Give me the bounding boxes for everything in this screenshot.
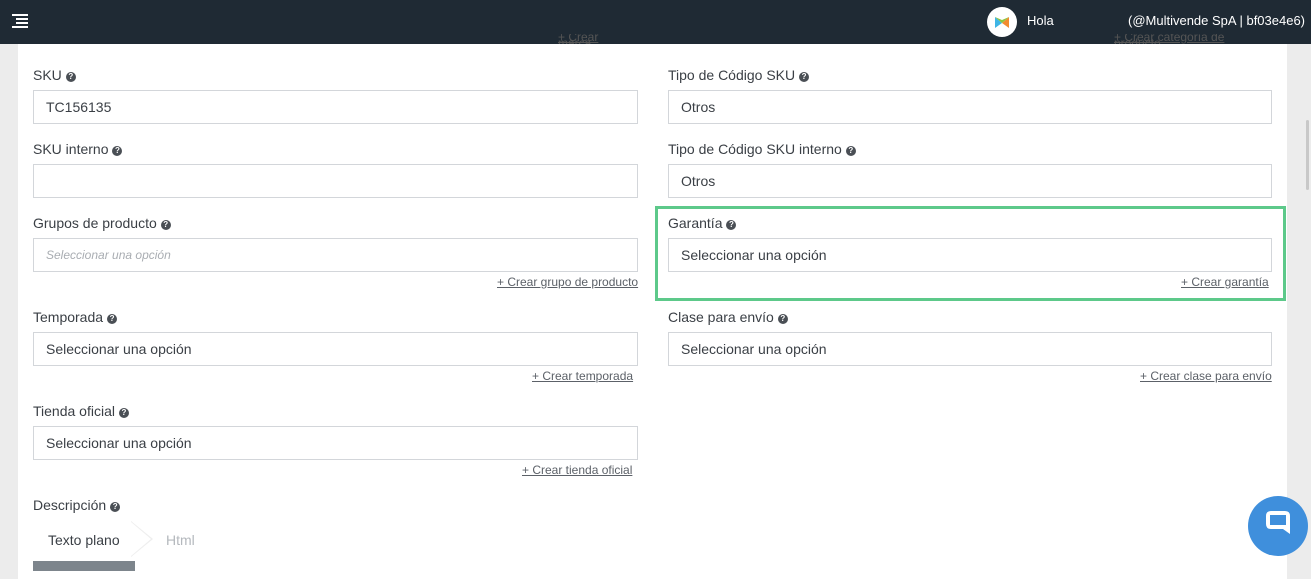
internal-sku-label: SKU interno?	[33, 141, 123, 157]
avatar[interactable]	[987, 7, 1017, 37]
sku-code-type-label: Tipo de Código SKU?	[668, 67, 810, 83]
help-icon[interactable]: ?	[799, 72, 810, 82]
create-brand-link[interactable]: + Crear marca	[558, 34, 633, 44]
create-official-store-link[interactable]: + Crear tienda oficial	[522, 463, 632, 477]
description-label: Descripción?	[33, 497, 121, 513]
create-season-link[interactable]: + Crear temporada	[532, 369, 633, 383]
editor-toolbar	[33, 561, 135, 571]
create-product-group-link[interactable]: + Crear grupo de producto	[497, 275, 638, 289]
help-icon[interactable]: ?	[777, 314, 788, 324]
warranty-label: Garantía?	[668, 215, 737, 231]
internal-sku-code-type-label: Tipo de Código SKU interno?	[668, 141, 856, 157]
help-icon[interactable]: ?	[107, 314, 118, 324]
product-groups-label: Grupos de producto?	[33, 215, 171, 231]
create-category-link[interactable]: + Crear categoría de producto	[1114, 34, 1272, 44]
tab-separator-inner	[131, 522, 151, 556]
shipping-class-select[interactable]: Seleccionar una opción	[668, 332, 1272, 366]
sku-input[interactable]: TC156135	[33, 90, 638, 124]
account-menu[interactable]: (@Multivende SpA | bf03e4e6) ⌄	[1128, 13, 1311, 28]
internal-sku-input[interactable]	[33, 164, 638, 198]
help-icon[interactable]: ?	[845, 146, 856, 156]
product-groups-select[interactable]: Seleccionar una opción	[33, 238, 638, 272]
help-icon[interactable]: ?	[726, 220, 737, 230]
help-icon[interactable]: ?	[65, 72, 76, 82]
chat-bubble-icon	[1266, 511, 1290, 534]
season-label: Temporada?	[33, 309, 118, 325]
internal-sku-code-type-select[interactable]: Otros	[668, 164, 1272, 198]
help-icon[interactable]: ?	[118, 408, 129, 418]
official-store-select[interactable]: Seleccionar una opción	[33, 426, 638, 460]
sku-code-type-select[interactable]: Otros	[668, 90, 1272, 124]
help-icon[interactable]: ?	[160, 220, 171, 230]
chat-button[interactable]	[1248, 496, 1308, 556]
form-panel	[18, 44, 1287, 579]
multivende-logo-icon	[995, 17, 1009, 28]
scrollbar-thumb[interactable]	[1306, 120, 1309, 190]
official-store-label: Tienda oficial?	[33, 403, 129, 419]
shipping-class-label: Clase para envío?	[668, 309, 788, 325]
season-select[interactable]: Seleccionar una opción	[33, 332, 638, 366]
sku-label: SKU?	[33, 67, 76, 83]
create-warranty-link[interactable]: + Crear garantía	[1181, 275, 1269, 289]
greeting: Hola	[1027, 13, 1054, 28]
help-icon[interactable]: ?	[110, 502, 121, 512]
help-icon[interactable]: ?	[112, 146, 123, 156]
account-name: (@Multivende SpA | bf03e4e6)	[1128, 13, 1306, 28]
create-shipping-class-link[interactable]: + Crear clase para envío	[1140, 369, 1272, 383]
warranty-select[interactable]: Seleccionar una opción	[668, 238, 1272, 272]
menu-icon[interactable]	[12, 14, 28, 28]
tab-plain-text[interactable]: Texto plano	[48, 532, 120, 548]
tab-html[interactable]: Html	[166, 532, 195, 548]
